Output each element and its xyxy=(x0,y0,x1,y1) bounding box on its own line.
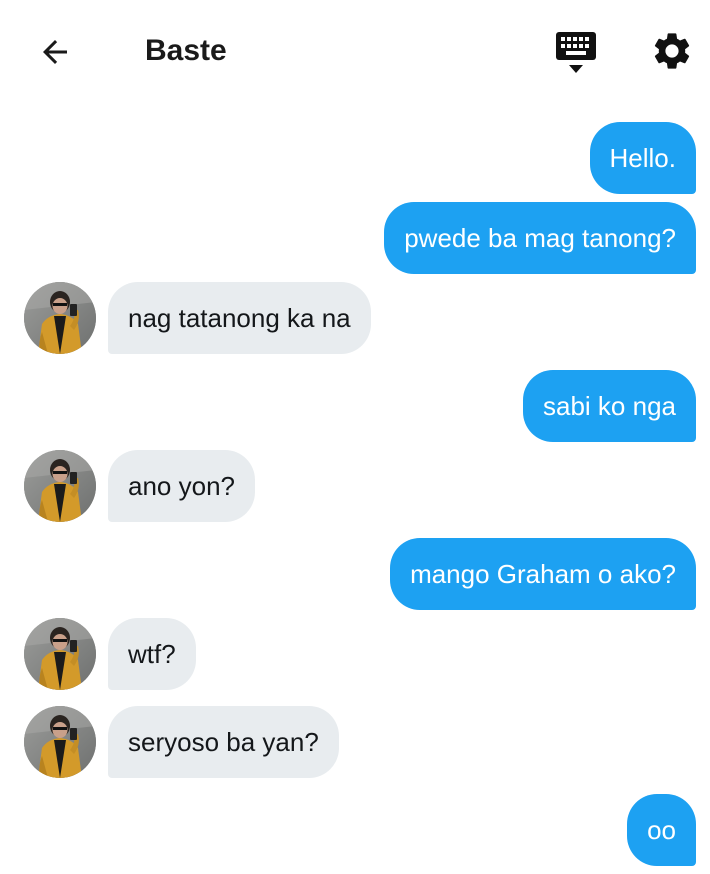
contact-name: Baste xyxy=(145,34,227,67)
message-text: oo xyxy=(647,814,676,845)
chat-header: Baste xyxy=(0,0,710,102)
keyboard-hide-icon xyxy=(556,32,596,73)
avatar-photo xyxy=(24,450,96,522)
avatar-photo xyxy=(24,282,96,354)
message-incoming[interactable]: wtf? xyxy=(108,618,196,690)
settings-button[interactable] xyxy=(650,29,694,73)
message-incoming[interactable]: ano yon? xyxy=(108,450,255,522)
message-outgoing[interactable]: sabi ko nga xyxy=(523,370,696,442)
avatar[interactable] xyxy=(24,450,96,522)
avatar[interactable] xyxy=(24,282,96,354)
avatar-photo xyxy=(24,618,96,690)
message-text: sabi ko nga xyxy=(543,390,676,421)
message-text: wtf? xyxy=(128,638,176,669)
message-outgoing[interactable]: Hello. xyxy=(589,122,696,194)
arrow-left-icon xyxy=(43,40,67,64)
message-text: mango Graham o ako? xyxy=(410,558,676,589)
message-outgoing[interactable]: oo xyxy=(627,794,696,866)
gear-icon xyxy=(654,33,690,69)
avatar-photo xyxy=(24,706,96,778)
avatar[interactable] xyxy=(24,706,96,778)
message-text: ano yon? xyxy=(128,470,235,501)
message-text: nag tatanong ka na xyxy=(128,302,351,333)
message-text: seryoso ba yan? xyxy=(128,726,319,757)
avatar[interactable] xyxy=(24,618,96,690)
keyboard-hide-button[interactable] xyxy=(554,30,598,76)
message-outgoing[interactable]: mango Graham o ako? xyxy=(390,538,696,610)
back-button[interactable] xyxy=(34,31,76,73)
message-incoming[interactable]: seryoso ba yan? xyxy=(108,706,339,778)
message-text: pwede ba mag tanong? xyxy=(404,222,676,253)
message-outgoing[interactable]: pwede ba mag tanong? xyxy=(384,202,696,274)
message-incoming[interactable]: nag tatanong ka na xyxy=(108,282,371,354)
message-text: Hello. xyxy=(609,142,676,173)
